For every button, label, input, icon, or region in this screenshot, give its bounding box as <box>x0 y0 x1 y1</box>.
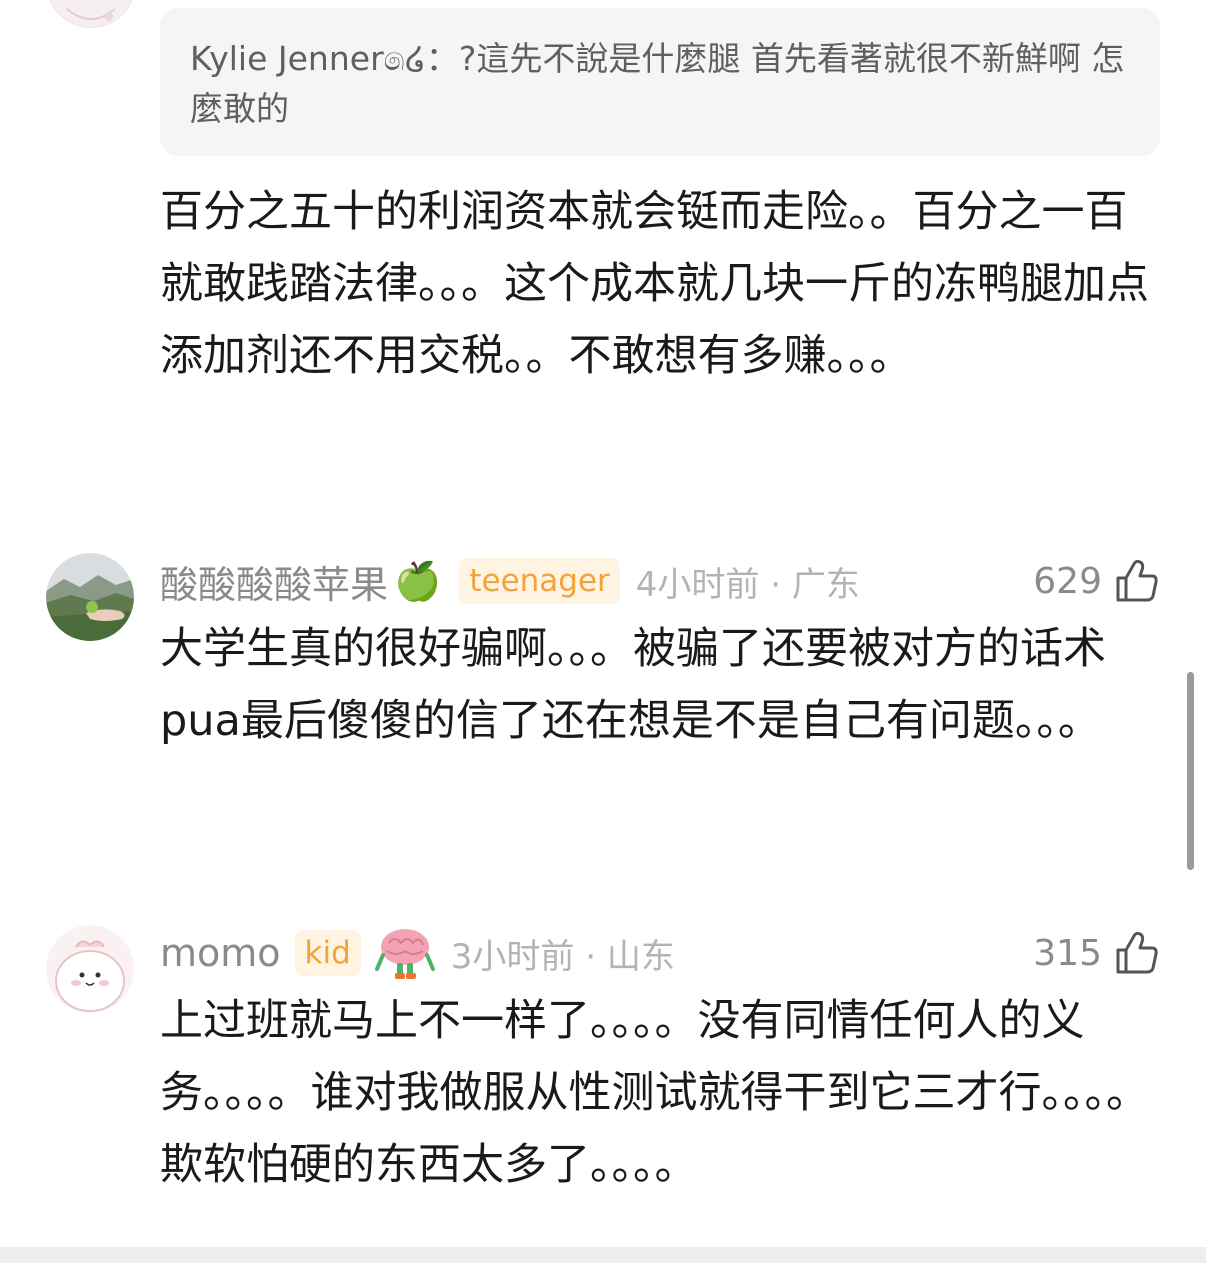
avatar[interactable] <box>46 0 136 28</box>
avatar-cartoon-image <box>46 925 134 1013</box>
comment-meta: 3小时前 · 山东 <box>450 936 675 977</box>
avatar-landscape-image <box>46 553 134 641</box>
comment-meta: 4小时前 · 广东 <box>635 564 860 605</box>
thumbs-up-icon <box>1116 931 1158 974</box>
like-button[interactable]: 315 <box>1033 925 1160 981</box>
quoted-comment[interactable]: Kylie Jenner෧໒：?這先不說是什麼腿 首先看著就很不新鮮啊 怎麼敢的 <box>160 8 1160 156</box>
comment-item: momo kid 3小时前 · 山东 315 上过班就马上不一样了。。。。没有同… <box>0 925 1206 1205</box>
reply-text: 百分之五十的利润资本就会铤而走险。。百分之一百就敢践踏法律。。。这个成本就几块一… <box>160 187 1149 381</box>
comment-text: 大学生真的很好骗啊。。。被骗了还要被对方的话术pua最后傻傻的信了还在想是不是自… <box>160 624 1106 746</box>
avatar[interactable] <box>46 925 134 1013</box>
avatar[interactable] <box>46 553 134 641</box>
user-badge: teenager <box>459 558 620 604</box>
username[interactable]: momo <box>160 931 281 975</box>
like-count: 629 <box>1033 560 1102 602</box>
scrollbar[interactable] <box>1187 672 1194 870</box>
like-count: 315 <box>1033 932 1102 974</box>
username[interactable]: 酸酸酸酸苹果 <box>160 554 388 609</box>
like-button[interactable]: 629 <box>1033 553 1160 609</box>
brain-character-icon <box>374 925 435 981</box>
user-badge: kid <box>294 930 361 976</box>
bottom-divider <box>0 1247 1206 1263</box>
comment-header: momo kid 3小时前 · 山东 <box>160 925 675 981</box>
comment-text: 上过班就马上不一样了。。。。没有同情任何人的义务。。。。谁对我做服从性测试就得干… <box>160 996 1149 1190</box>
comment-header: 酸酸酸酸苹果 🍏 teenager 4小时前 · 广东 <box>160 553 860 609</box>
username-emoji: 🍏 <box>394 558 442 603</box>
avatar-image <box>50 0 132 27</box>
comment-item: 酸酸酸酸苹果 🍏 teenager 4小时前 · 广东 629 大学生真的很好骗… <box>0 553 1206 823</box>
quoted-comment-text: Kylie Jenner෧໒：?這先不說是什麼腿 首先看著就很不新鮮啊 怎麼敢的 <box>190 39 1125 128</box>
thumbs-up-icon <box>1116 559 1158 602</box>
